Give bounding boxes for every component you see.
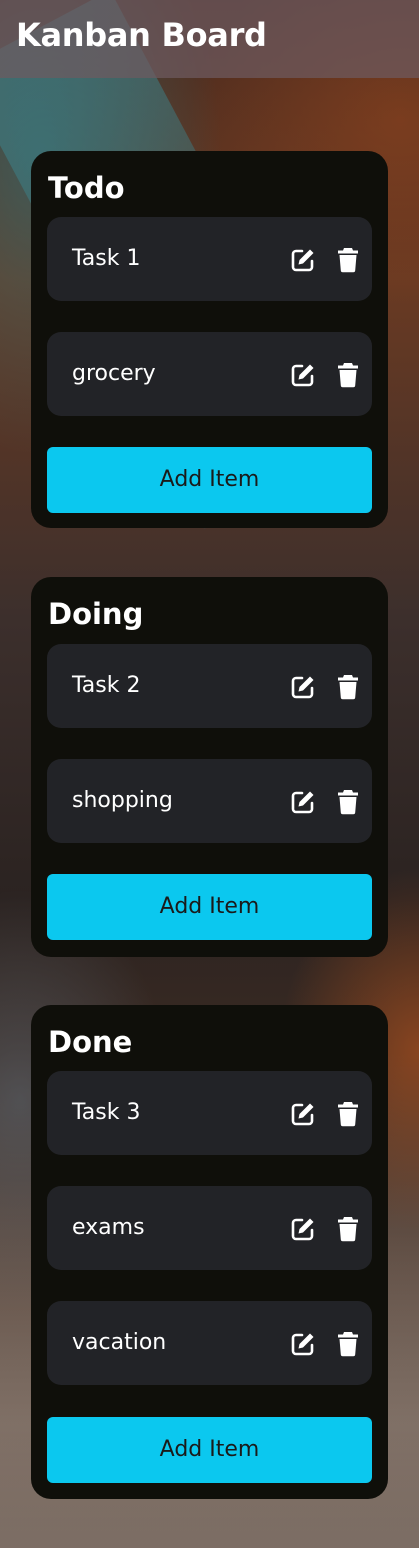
add-item-button[interactable]: Add Item xyxy=(47,447,372,513)
task-card[interactable]: shopping xyxy=(47,759,372,843)
column-title: Todo xyxy=(48,171,125,205)
trash-icon[interactable] xyxy=(337,1331,363,1357)
add-item-button[interactable]: Add Item xyxy=(47,874,372,940)
trash-icon[interactable] xyxy=(337,247,363,273)
column-todo: Todo Task 1 grocery Add Item xyxy=(31,151,388,528)
task-label: Task 2 xyxy=(72,673,141,698)
edit-icon[interactable] xyxy=(290,789,316,815)
app-title: Kanban Board xyxy=(16,16,267,54)
task-label: grocery xyxy=(72,361,156,386)
task-label: vacation xyxy=(72,1330,167,1355)
task-label: Task 1 xyxy=(72,246,141,271)
trash-icon[interactable] xyxy=(337,1216,363,1242)
task-card[interactable]: grocery xyxy=(47,332,372,416)
column-done: Done Task 3 exams vacation Add Item xyxy=(31,1005,388,1499)
edit-icon[interactable] xyxy=(290,1101,316,1127)
trash-icon[interactable] xyxy=(337,674,363,700)
task-card[interactable]: exams xyxy=(47,1186,372,1270)
edit-icon[interactable] xyxy=(290,1216,316,1242)
edit-icon[interactable] xyxy=(290,674,316,700)
task-label: Task 3 xyxy=(72,1100,141,1125)
edit-icon[interactable] xyxy=(290,362,316,388)
task-label: exams xyxy=(72,1215,145,1240)
edit-icon[interactable] xyxy=(290,247,316,273)
column-title: Done xyxy=(48,1025,133,1059)
task-card[interactable]: Task 3 xyxy=(47,1071,372,1155)
trash-icon[interactable] xyxy=(337,362,363,388)
column-doing: Doing Task 2 shopping Add Item xyxy=(31,577,388,957)
column-title: Doing xyxy=(48,597,144,631)
add-item-button[interactable]: Add Item xyxy=(47,1417,372,1483)
edit-icon[interactable] xyxy=(290,1331,316,1357)
top-bar: Kanban Board xyxy=(0,0,419,78)
trash-icon[interactable] xyxy=(337,789,363,815)
task-card[interactable]: vacation xyxy=(47,1301,372,1385)
task-card[interactable]: Task 1 xyxy=(47,217,372,301)
task-label: shopping xyxy=(72,788,173,813)
task-card[interactable]: Task 2 xyxy=(47,644,372,728)
trash-icon[interactable] xyxy=(337,1101,363,1127)
